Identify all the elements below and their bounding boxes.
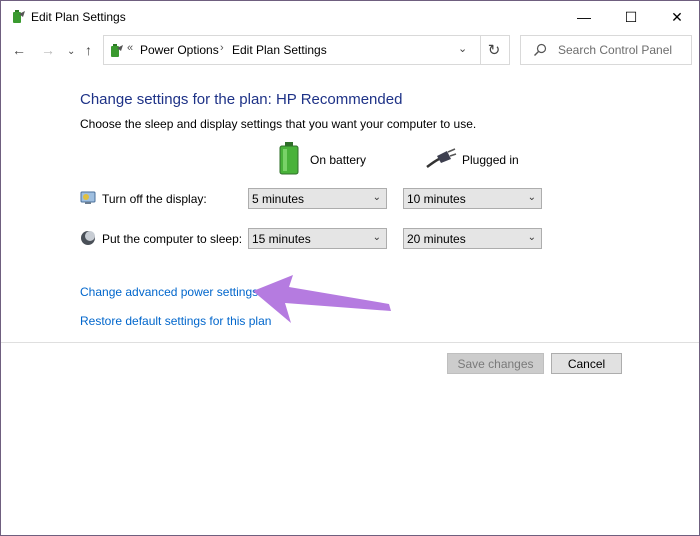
footer-divider <box>1 342 699 343</box>
maximize-button[interactable]: ☐ <box>608 1 654 33</box>
battery-icon <box>279 142 299 175</box>
breadcrumb-edit-plan-settings[interactable]: Edit Plan Settings <box>232 43 327 57</box>
forward-button[interactable]: → <box>41 42 55 58</box>
navigation-bar: ← → ⌄ ↑ « Power Options › Edit Plan Sett… <box>1 33 699 67</box>
back-button[interactable]: ← <box>12 42 26 58</box>
chevron-down-icon: ⌄ <box>372 232 381 243</box>
edit-plan-settings-window: Edit Plan Settings — ☐ ✕ ← → ⌄ ↑ « Power… <box>0 0 700 536</box>
minimize-button[interactable]: — <box>561 1 607 33</box>
breadcrumb-separator[interactable]: › <box>220 42 224 54</box>
power-plan-icon <box>111 44 123 57</box>
page-title: Change settings for the plan: HP Recomme… <box>80 91 403 108</box>
advanced-power-settings-link[interactable]: Change advanced power settings <box>80 285 258 299</box>
restore-defaults-link[interactable]: Restore default settings for this plan <box>80 314 271 328</box>
display-battery-value: 5 minutes <box>252 192 305 206</box>
search-icon <box>534 43 547 56</box>
plug-icon <box>426 148 457 169</box>
annotation-arrow <box>253 275 391 323</box>
sleep-label: Put the computer to sleep: <box>102 232 243 246</box>
chevron-down-icon: ⌄ <box>372 192 381 203</box>
window-title: Edit Plan Settings <box>31 10 126 24</box>
sleep-plugged-value: 20 minutes <box>407 232 466 246</box>
display-plugged-value: 10 minutes <box>407 192 466 206</box>
turn-off-display-label: Turn off the display: <box>102 192 207 206</box>
display-icon <box>80 191 96 204</box>
display-plugged-select[interactable]: 10 minutes ⌄ <box>403 188 542 209</box>
address-bar[interactable]: « Power Options › Edit Plan Settings ⌄ <box>103 35 481 65</box>
breadcrumb-power-options[interactable]: Power Options <box>140 43 219 57</box>
chevron-down-icon: ⌄ <box>527 232 536 243</box>
search-box[interactable]: Search Control Panel <box>520 35 692 65</box>
address-dropdown-button[interactable]: ⌄ <box>458 42 467 55</box>
sleep-battery-select[interactable]: 15 minutes ⌄ <box>248 228 387 249</box>
breadcrumb-overflow[interactable]: « <box>127 42 133 54</box>
on-battery-label: On battery <box>310 153 367 167</box>
sleep-plugged-select[interactable]: 20 minutes ⌄ <box>403 228 542 249</box>
sleep-battery-value: 15 minutes <box>252 232 311 246</box>
save-changes-button[interactable]: Save changes <box>447 353 544 374</box>
recent-locations-button[interactable]: ⌄ <box>67 44 75 60</box>
up-button[interactable]: ↑ <box>85 42 92 58</box>
close-button[interactable]: ✕ <box>654 1 699 33</box>
refresh-button[interactable]: ↻ <box>479 35 510 65</box>
display-battery-select[interactable]: 5 minutes ⌄ <box>248 188 387 209</box>
title-bar: Edit Plan Settings — ☐ ✕ <box>1 1 699 33</box>
search-input[interactable]: Search Control Panel <box>558 43 672 57</box>
page-description: Choose the sleep and display settings th… <box>80 117 477 131</box>
cancel-button[interactable]: Cancel <box>551 353 622 374</box>
chevron-down-icon: ⌄ <box>527 192 536 203</box>
power-plan-icon <box>13 10 25 23</box>
plugged-in-label: Plugged in <box>462 153 519 167</box>
sleep-icon <box>81 231 95 245</box>
